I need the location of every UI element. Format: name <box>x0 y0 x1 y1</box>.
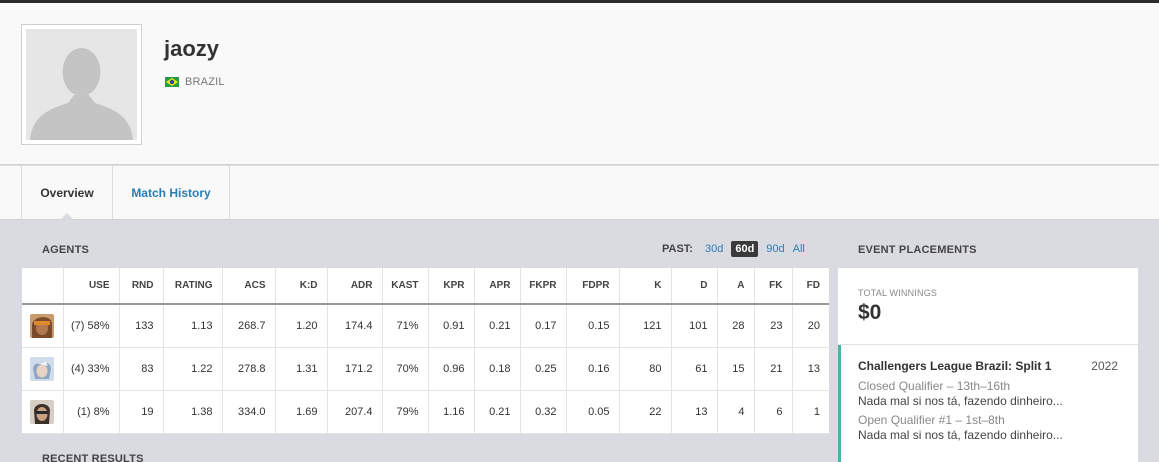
agent-chamber-icon <box>30 399 55 424</box>
event-name: Challengers League Brazil: Split 1 <box>858 359 1052 373</box>
col-header[interactable]: FDPR <box>566 268 620 305</box>
agents-table: USE RND RATING ACS K:D ADR KAST KPR APR … <box>22 268 829 434</box>
filter-all[interactable]: All <box>793 243 805 255</box>
col-header[interactable]: K:D <box>275 268 328 305</box>
col-header[interactable]: FK <box>754 268 793 305</box>
tab-match-history-label: Match History <box>131 186 211 200</box>
agents-heading: AGENTS <box>42 244 90 256</box>
filter-90d[interactable]: 90d <box>766 243 784 255</box>
placement-team: Nada mal si nos tá, fazendo dinheiro... <box>858 428 1063 442</box>
brazil-flag-icon <box>165 77 179 87</box>
player-name: jaozy <box>164 36 220 61</box>
agents-header-row: USE RND RATING ACS K:D ADR KAST KPR APR … <box>22 268 829 305</box>
col-header[interactable]: D <box>671 268 718 305</box>
past-label: PAST: <box>662 243 693 255</box>
table-row: (1) 8% 19 1.38 334.0 1.69 207.4 79% 1.16… <box>22 390 829 434</box>
avatar-silhouette-icon <box>26 29 137 140</box>
tab-overview[interactable]: Overview <box>21 166 113 220</box>
event-placement-item[interactable]: Challengers League Brazil: Split 1 2022 … <box>838 345 1138 462</box>
placement-stage: Closed Qualifier – 13th–16th <box>858 379 1011 393</box>
total-winnings-value: $0 <box>858 301 882 324</box>
col-header[interactable]: KAST <box>382 268 429 305</box>
col-header[interactable]: FD <box>792 268 829 305</box>
col-agent <box>22 268 64 305</box>
table-row: (7) 58% 133 1.13 268.7 1.20 174.4 71% 0.… <box>22 304 829 348</box>
filter-30d[interactable]: 30d <box>705 243 723 255</box>
active-tab-indicator <box>60 213 74 220</box>
col-header[interactable]: RND <box>119 268 164 305</box>
col-header[interactable]: FKPR <box>520 268 567 305</box>
event-placements-heading: EVENT PLACEMENTS <box>858 244 977 256</box>
col-header[interactable]: ADR <box>327 268 383 305</box>
total-winnings-label: TOTAL WINNINGS <box>858 288 938 298</box>
timespan-filter: PAST: 30d 60d 90d All <box>662 241 809 257</box>
country-name: BRAZIL <box>185 76 225 88</box>
event-year: 2022 <box>1091 359 1118 373</box>
player-header: jaozy BRAZIL <box>0 3 1159 165</box>
col-header[interactable]: ACS <box>222 268 276 305</box>
col-header[interactable]: USE <box>63 268 120 305</box>
agent-jett-icon <box>30 356 55 381</box>
col-header[interactable]: RATING <box>163 268 223 305</box>
player-country: BRAZIL <box>165 76 225 88</box>
player-avatar <box>21 24 142 145</box>
col-header[interactable]: KPR <box>428 268 475 305</box>
agent-raze-icon <box>30 313 55 338</box>
placement-stage: Open Qualifier #1 – 1st–8th <box>858 413 1005 427</box>
col-header[interactable]: A <box>717 268 755 305</box>
filter-60d[interactable]: 60d <box>731 241 759 257</box>
col-header[interactable]: K <box>619 268 672 305</box>
tab-overview-label: Overview <box>40 186 94 200</box>
col-header[interactable]: APR <box>474 268 521 305</box>
tab-match-history[interactable]: Match History <box>113 166 230 220</box>
event-placements-card: TOTAL WINNINGS $0 Challengers League Bra… <box>838 268 1138 462</box>
recent-results-heading: RECENT RESULTS <box>42 453 144 462</box>
profile-tabs: Overview Match History <box>0 166 1159 220</box>
placement-team: Nada mal si nos tá, fazendo dinheiro... <box>858 394 1063 408</box>
table-row: (4) 33% 83 1.22 278.8 1.31 171.2 70% 0.9… <box>22 347 829 391</box>
